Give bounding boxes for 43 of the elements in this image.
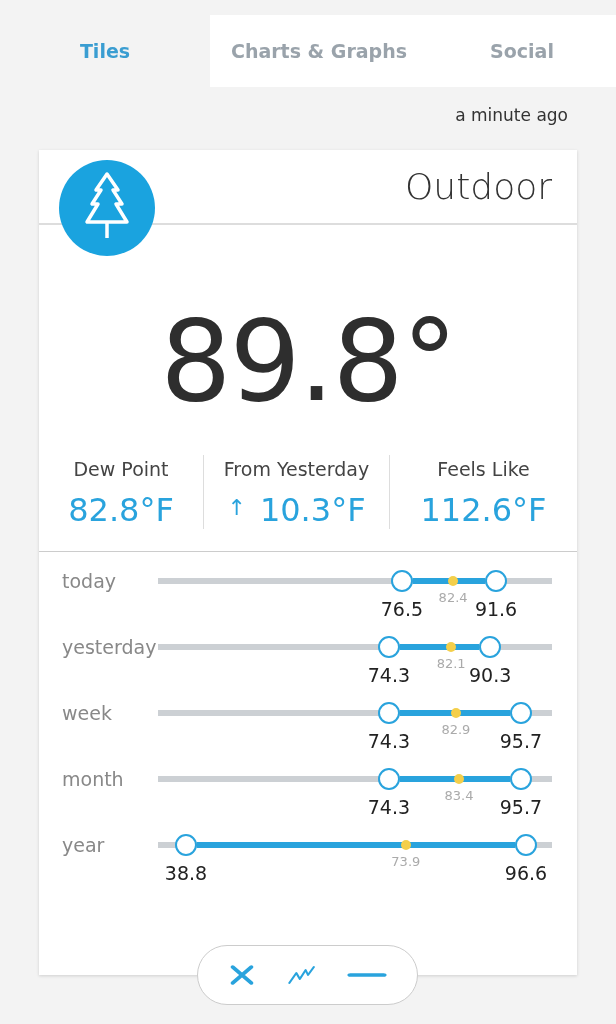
slider-handle[interactable] — [509, 768, 532, 790]
range-label: week — [61, 702, 113, 726]
range-reading: 74.3 — [367, 795, 411, 820]
temperature-reading: 89.8° — [160, 296, 456, 426]
slider-handle[interactable] — [509, 702, 532, 724]
range-reading: 95.7 — [499, 729, 542, 754]
slider-handle[interactable] — [479, 636, 502, 658]
stat-label: From Yesterday — [223, 457, 370, 482]
slider-handle[interactable] — [485, 570, 508, 592]
average-reading: 73.9 — [391, 853, 421, 871]
tree-icon — [59, 160, 155, 256]
stat-label: Feels Like — [437, 457, 530, 482]
stat-value: 112.6°F — [420, 489, 547, 531]
slider-handle[interactable] — [515, 834, 537, 856]
last-updated-text: a minute ago — [455, 105, 568, 125]
range-reading: 74.3 — [367, 729, 411, 754]
tab[interactable]: Tiles — [0, 15, 210, 87]
slider-handle[interactable] — [377, 636, 400, 658]
range-reading: 91.6 — [474, 597, 518, 622]
average-reading: 82.1 — [436, 655, 466, 673]
slider-handle[interactable] — [377, 702, 400, 724]
range-label: month — [61, 768, 125, 792]
range-reading: 96.6 — [504, 861, 548, 886]
range-label: yesterday — [61, 636, 158, 660]
range-reading: 90.3 — [469, 663, 512, 688]
average-reading: 83.4 — [444, 787, 474, 805]
average-reading: 82.4 — [438, 589, 468, 607]
range-reading: 76.5 — [380, 597, 424, 622]
tile-title: Outdoor — [405, 164, 552, 209]
average-reading: 82.9 — [441, 721, 471, 739]
slider-handle[interactable] — [390, 570, 413, 592]
stat-value: 10.3°F — [259, 490, 366, 529]
range-label: year — [61, 834, 106, 858]
slider-handle[interactable] — [377, 768, 400, 790]
line-chart-icon[interactable] — [287, 963, 316, 987]
stat-value: 82.8°F — [68, 489, 174, 531]
range-reading: 95.7 — [499, 795, 542, 820]
slider-handle[interactable] — [174, 834, 197, 856]
range-label: today — [61, 570, 118, 594]
range-reading: 38.8 — [164, 861, 208, 886]
trend-arrow: ↑ — [227, 494, 246, 520]
range-reading: 74.3 — [367, 663, 411, 688]
stat-label: Dew Point — [73, 457, 169, 482]
